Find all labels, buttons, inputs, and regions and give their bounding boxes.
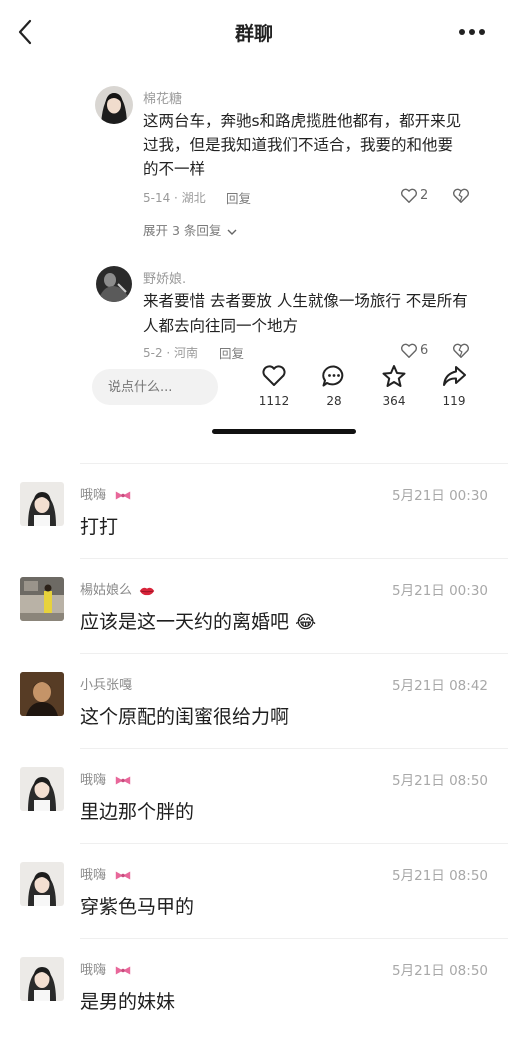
share-total: 119 bbox=[442, 394, 466, 408]
like-count: 6 bbox=[420, 343, 429, 358]
like-heart-icon[interactable] bbox=[400, 188, 418, 204]
message-text: 打打 bbox=[80, 516, 119, 538]
divider bbox=[80, 463, 508, 464]
expand-replies-link[interactable]: 展开 3 条回复 bbox=[143, 220, 237, 239]
sender-name-text: 哦嗨 bbox=[80, 963, 107, 978]
comment-text-line: 这两台车，奔驰s和路虎揽胜他都有，都开来见 bbox=[143, 112, 462, 130]
like-heart-icon[interactable] bbox=[400, 343, 418, 359]
more-options-icon[interactable] bbox=[456, 26, 488, 38]
message-text: 里边那个胖的 bbox=[80, 801, 195, 823]
chevron-down-icon bbox=[227, 229, 237, 235]
heart-icon bbox=[262, 365, 286, 386]
chat-message: 小兵张嘎 5月21日 08:42 这个原配的闺蜜很给力啊 bbox=[0, 658, 508, 753]
sender-name-text: 哦嗨 bbox=[80, 868, 107, 883]
avatar[interactable] bbox=[20, 957, 64, 1001]
like-count: 2 bbox=[420, 188, 429, 203]
comment-text-line: 来者要惜 去者要放 人生就像一场旅行 不是所有 bbox=[143, 292, 468, 310]
like-total: 1112 bbox=[258, 394, 290, 408]
pink-bow-icon bbox=[115, 491, 131, 500]
commenter-avatar[interactable] bbox=[96, 266, 132, 302]
user-photo-icon bbox=[20, 577, 64, 621]
sender-name: 哦嗨 bbox=[80, 864, 132, 883]
pink-bow-icon bbox=[115, 966, 131, 975]
sender-name: 小兵张嘎 bbox=[80, 678, 133, 693]
comment-meta: 5-2 · 河南 bbox=[143, 346, 199, 360]
message-text: 这个原配的闺蜜很给力啊 bbox=[80, 706, 290, 728]
commenter-name: 棉花糖 bbox=[143, 92, 183, 107]
chat-message: 哦嗨 5月21日 00:30 打打 bbox=[0, 468, 508, 563]
divider bbox=[80, 843, 508, 844]
comment-text-line: 的不一样 bbox=[143, 160, 206, 178]
comment-icon bbox=[322, 365, 344, 387]
sender-name: 楊姑娘么 bbox=[80, 579, 155, 598]
comment-text-line: 人都去向往同一个地方 bbox=[143, 317, 299, 335]
message-text-content: 应该是这一天约的离婚吧 bbox=[80, 611, 290, 633]
dislike-heart-icon[interactable] bbox=[452, 343, 470, 359]
sender-name: 哦嗨 bbox=[80, 769, 132, 788]
comment-total: 28 bbox=[326, 394, 342, 408]
reply-button[interactable]: 回复 bbox=[226, 188, 251, 207]
sender-name: 哦嗨 bbox=[80, 959, 132, 978]
home-indicator bbox=[212, 429, 356, 434]
message-text: 应该是这一天约的离婚吧 😂 bbox=[80, 607, 316, 634]
chat-message: 哦嗨 5月21日 08:50 穿紫色马甲的 bbox=[0, 848, 508, 943]
comment-action[interactable]: 28 bbox=[306, 364, 362, 408]
avatar[interactable] bbox=[20, 577, 64, 621]
user-photo-icon bbox=[20, 957, 64, 1001]
expand-replies-label: 展开 3 条回复 bbox=[143, 223, 222, 238]
laughing-emoji-icon: 😂 bbox=[295, 612, 317, 633]
pink-bow-icon bbox=[115, 776, 131, 785]
avatar[interactable] bbox=[20, 482, 64, 526]
sender-name-text: 楊姑娘么 bbox=[80, 583, 133, 598]
sender-name-text: 哦嗨 bbox=[80, 488, 107, 503]
avatar[interactable] bbox=[20, 862, 64, 906]
avatar[interactable] bbox=[20, 767, 64, 811]
avatar[interactable] bbox=[20, 672, 64, 716]
user-photo-icon bbox=[20, 672, 64, 716]
user-photo-icon bbox=[20, 482, 64, 526]
message-text: 穿紫色马甲的 bbox=[80, 896, 195, 918]
share-icon bbox=[443, 366, 466, 386]
shared-screenshot: 棉花糖 这两台车，奔驰s和路虎揽胜他都有，都开来见 过我，但是我知道我们不适合，… bbox=[0, 62, 508, 479]
commenter-photo-icon bbox=[95, 86, 133, 124]
page-title: 群聊 bbox=[234, 23, 273, 45]
commenter-avatar[interactable] bbox=[95, 86, 133, 124]
message-time: 5月21日 08:50 bbox=[392, 773, 488, 789]
comment-text-line: 过我，但是我知道我们不适合，我要的和他要 bbox=[143, 136, 454, 154]
divider bbox=[80, 558, 508, 559]
message-time: 5月21日 00:30 bbox=[392, 583, 488, 599]
message-time: 5月21日 00:30 bbox=[392, 488, 488, 504]
sender-name-text: 哦嗨 bbox=[80, 773, 107, 788]
comment-input[interactable] bbox=[92, 369, 218, 405]
user-photo-icon bbox=[20, 767, 64, 811]
favorite-total: 364 bbox=[382, 394, 406, 408]
message-time: 5月21日 08:42 bbox=[392, 678, 488, 694]
message-text: 是男的妹妹 bbox=[80, 991, 176, 1013]
pink-bow-icon bbox=[115, 871, 131, 880]
reply-button[interactable]: 回复 bbox=[219, 343, 244, 362]
commenter-photo-icon bbox=[96, 266, 132, 302]
divider bbox=[80, 653, 508, 654]
comment-meta: 5-14 · 湖北 bbox=[143, 191, 206, 205]
commenter-name: 野娇娘. bbox=[143, 272, 187, 287]
divider bbox=[80, 748, 508, 749]
divider bbox=[80, 938, 508, 939]
share-action[interactable]: 119 bbox=[426, 364, 482, 408]
sender-name: 哦嗨 bbox=[80, 484, 132, 503]
chat-message: 哦嗨 5月21日 08:50 里边那个胖的 bbox=[0, 753, 508, 848]
favorite-action[interactable]: 364 bbox=[366, 364, 422, 408]
user-photo-icon bbox=[20, 862, 64, 906]
message-time: 5月21日 08:50 bbox=[392, 963, 488, 979]
message-time: 5月21日 08:50 bbox=[392, 868, 488, 884]
red-lips-icon bbox=[139, 587, 155, 595]
top-bar: 群聊 bbox=[0, 0, 508, 62]
chat-message: 楊姑娘么 5月21日 00:30 应该是这一天约的离婚吧 😂 bbox=[0, 563, 508, 658]
dislike-heart-icon[interactable] bbox=[452, 188, 470, 204]
star-icon bbox=[382, 365, 406, 387]
like-action[interactable]: 1112 bbox=[246, 364, 302, 408]
